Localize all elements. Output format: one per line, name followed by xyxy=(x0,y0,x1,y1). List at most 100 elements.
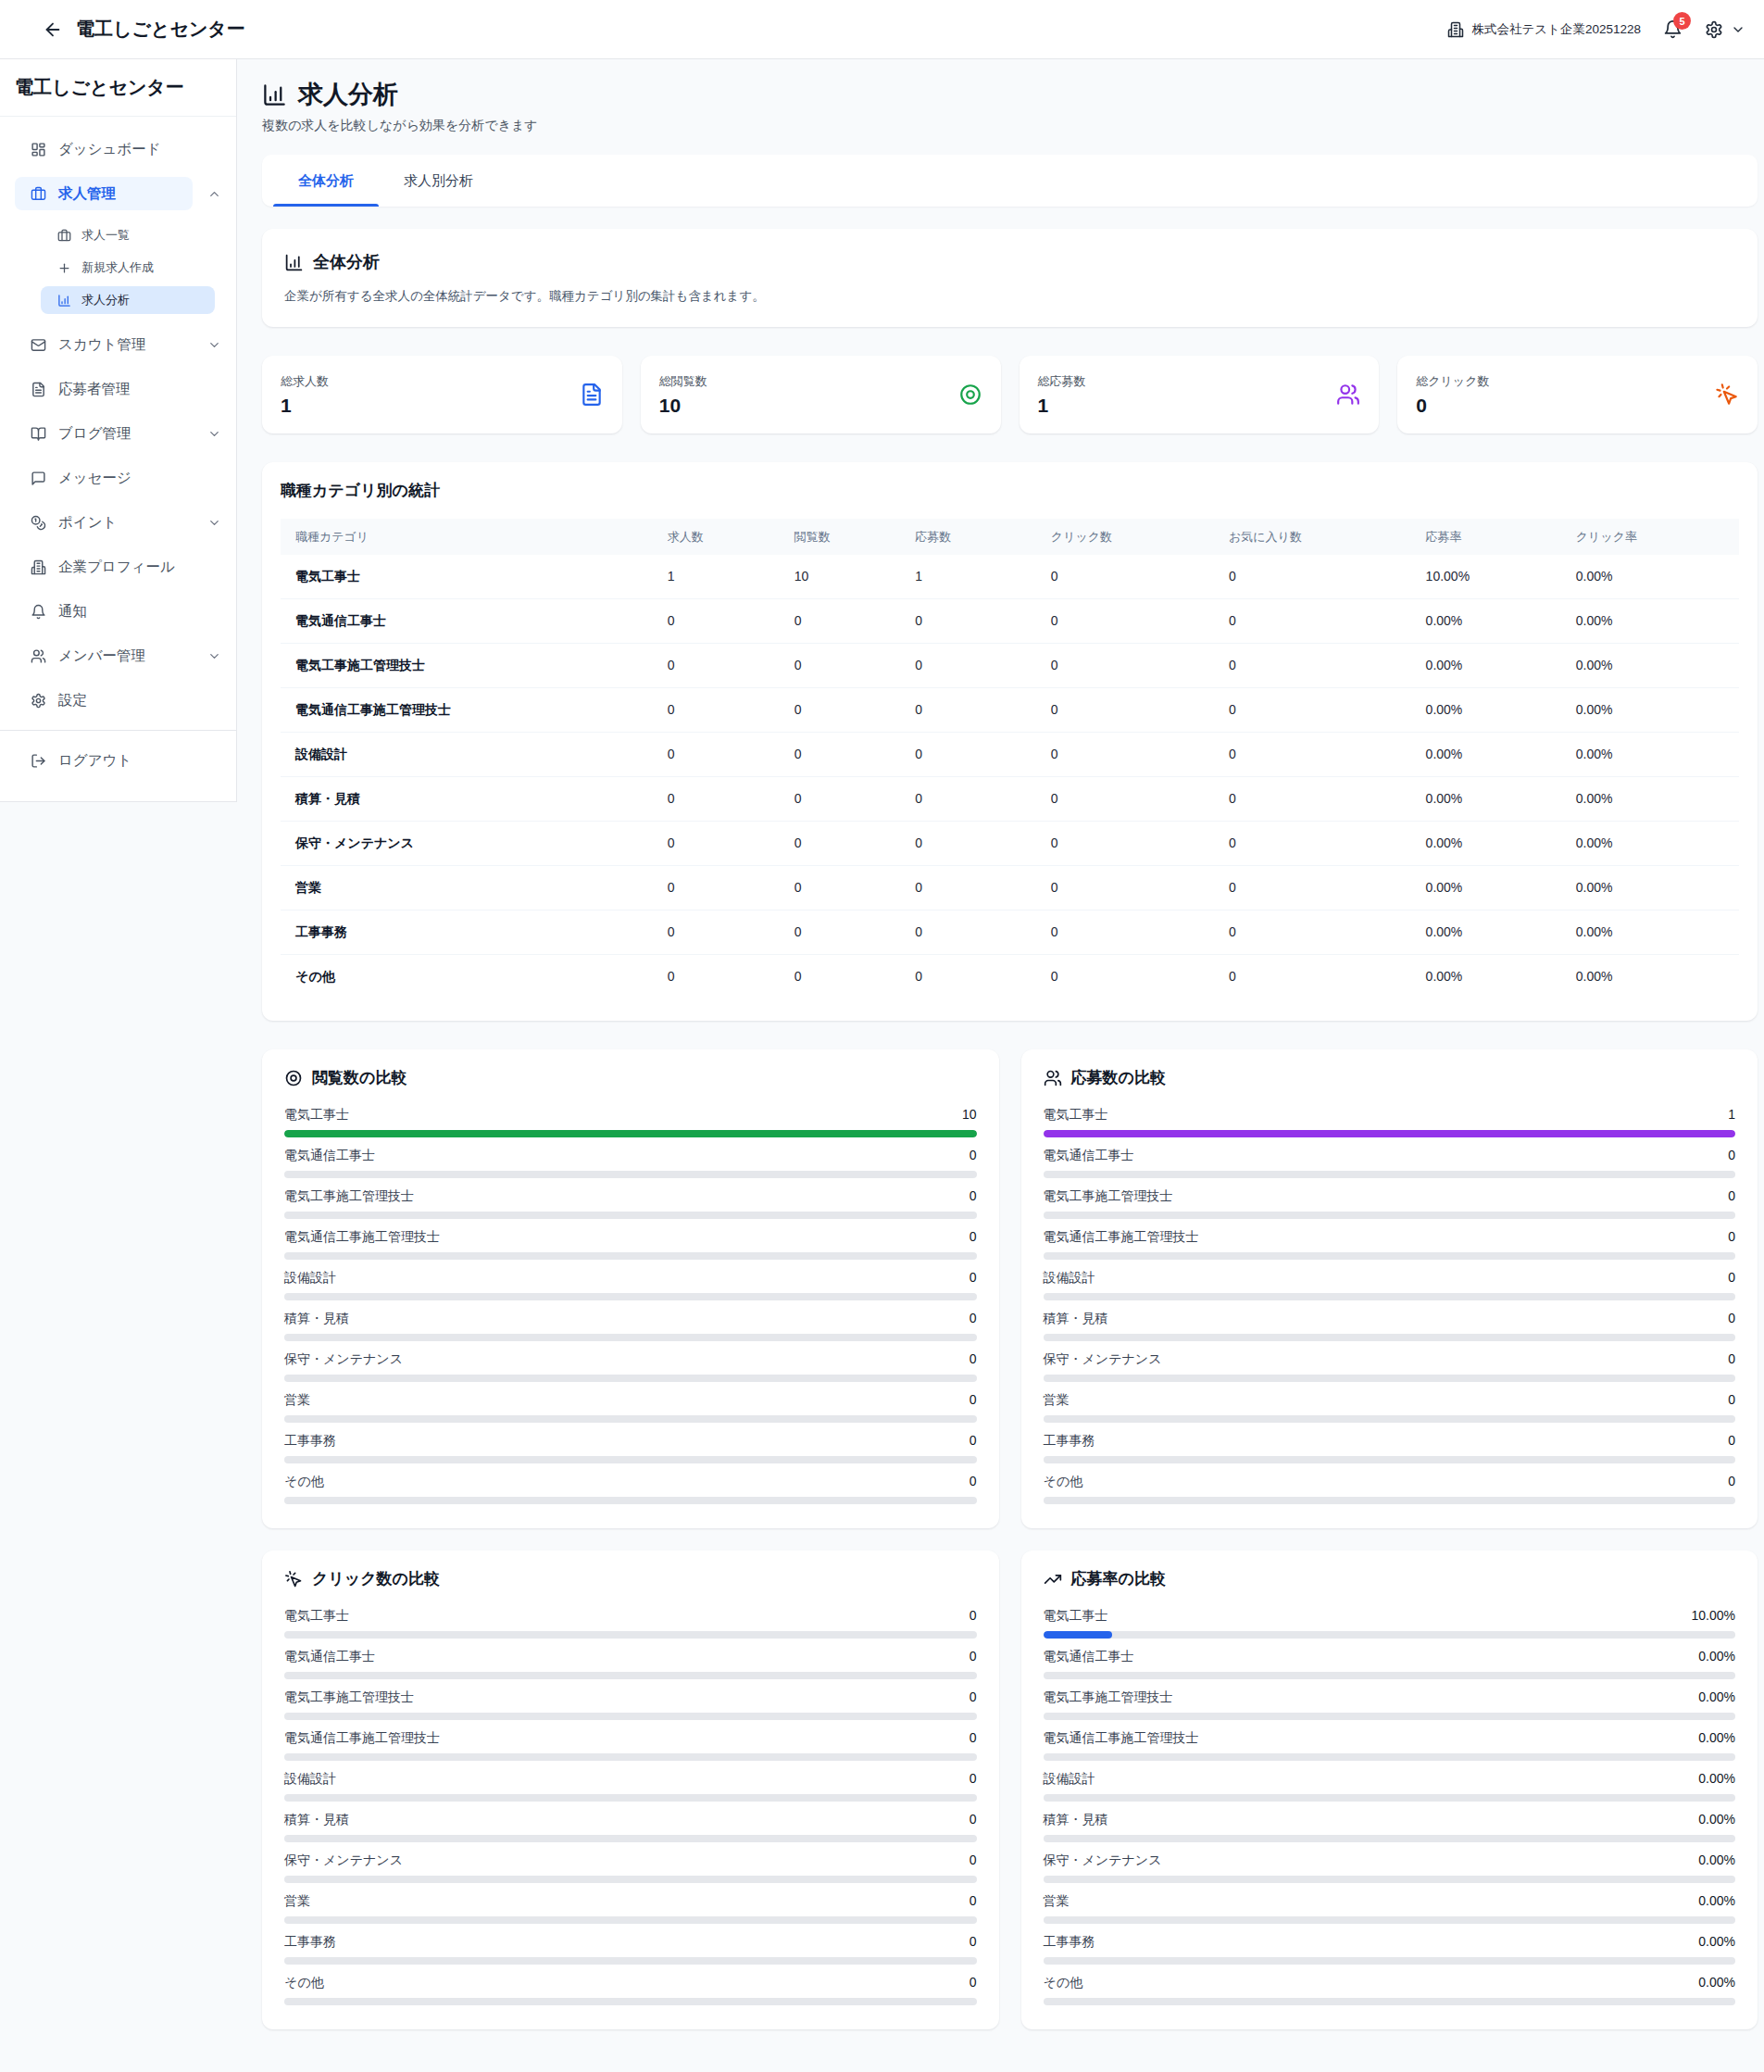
value-cell: 1 xyxy=(900,555,1035,599)
bar-chart-icon xyxy=(57,294,71,308)
value-cell: 0 xyxy=(780,644,901,688)
sidebar-item-messages[interactable]: メッセージ xyxy=(15,461,193,495)
chart-row-value: 0.00% xyxy=(1698,1729,1735,1747)
value-cell: 0 xyxy=(1036,555,1214,599)
chart-row-label: 営業 xyxy=(284,1892,310,1910)
overview-card: 全体分析 企業が所有する全求人の全体統計データです。職種カテゴリ別の集計も含まれ… xyxy=(262,229,1758,327)
value-cell: 0 xyxy=(1214,777,1411,822)
settings-icon xyxy=(31,693,46,709)
chart-row-label: 工事事務 xyxy=(284,1933,336,1951)
value-cell: 0 xyxy=(1214,910,1411,955)
chart-row-label: 電気通信工事士 xyxy=(1044,1648,1134,1665)
sidebar-item-blog-management[interactable]: ブログ管理 xyxy=(15,417,193,450)
column-header: 応募数 xyxy=(900,519,1035,555)
sidebar-item-notifications[interactable]: 通知 xyxy=(15,595,193,628)
category-cell: 電気通信工事施工管理技士 xyxy=(281,688,653,733)
notifications-button[interactable]: 5 xyxy=(1663,19,1683,39)
chart-row-value: 0 xyxy=(970,1933,977,1951)
chevron-up-icon[interactable] xyxy=(193,187,221,201)
chart-row-value: 0 xyxy=(970,1269,977,1287)
chart-row-value: 0 xyxy=(970,1473,977,1490)
back-button[interactable] xyxy=(43,19,63,40)
value-cell: 0.00% xyxy=(1411,599,1561,644)
page-subtitle: 複数の求人を比較しながら効果を分析できます xyxy=(262,118,1758,134)
chevron-down-icon[interactable] xyxy=(193,427,221,441)
sidebar-item-logout[interactable]: ログアウト xyxy=(15,744,221,777)
chart-bar-track xyxy=(1044,1753,1736,1761)
column-header: 閲覧数 xyxy=(780,519,901,555)
table-row: 設備設計000000.00%0.00% xyxy=(281,733,1739,777)
chart-bar-fill xyxy=(1044,1631,1113,1639)
chart-card-clicks-comparison: クリック数の比較電気工事士0電気通信工事士0電気工事施工管理技士0電気通信工事施… xyxy=(262,1551,999,2029)
chart-card-applications-comparison: 応募数の比較電気工事士1電気通信工事士0電気工事施工管理技士0電気通信工事施工管… xyxy=(1021,1049,1758,1528)
company-name: 株式会社テスト企業20251228 xyxy=(1471,21,1641,38)
category-cell: 保守・メンテナンス xyxy=(281,822,653,866)
chart-row: 営業0 xyxy=(284,1892,977,1924)
chart-row: その他0 xyxy=(284,1473,977,1504)
chevron-down-icon[interactable] xyxy=(193,338,221,352)
sidebar-item-settings[interactable]: 設定 xyxy=(15,684,193,717)
chart-bar-track xyxy=(1044,1375,1736,1382)
plus-icon xyxy=(57,261,71,275)
table-row: 電気通信工事施工管理技士000000.00%0.00% xyxy=(281,688,1739,733)
value-cell: 0 xyxy=(900,688,1035,733)
value-cell: 0 xyxy=(780,822,901,866)
chart-row: 保守・メンテナンス0 xyxy=(1044,1350,1736,1382)
chart-bar-track xyxy=(284,1876,977,1883)
sidebar-item-job-management[interactable]: 求人管理 xyxy=(15,177,193,210)
chart-bar-track xyxy=(284,1713,977,1720)
chart-row: 保守・メンテナンス 0 xyxy=(284,1852,977,1883)
value-cell: 0 xyxy=(653,822,780,866)
column-header: クリック数 xyxy=(1036,519,1214,555)
sidebar-divider xyxy=(0,730,236,731)
chevron-down-icon[interactable] xyxy=(193,516,221,530)
value-cell: 0 xyxy=(1214,733,1411,777)
sidebar-item-applicant-management[interactable]: 応募者管理 xyxy=(15,372,193,406)
sidebar-row-job-management: 求人管理 xyxy=(15,177,221,210)
tab-overall-analysis[interactable]: 全体分析 xyxy=(273,155,379,207)
sidebar-item-points[interactable]: ポイント xyxy=(15,506,193,539)
chart-bar-track xyxy=(1044,1171,1736,1178)
chart-row-value: 0 xyxy=(970,1187,977,1205)
sidebar-row-job-analytics: 求人分析 xyxy=(15,286,221,314)
sidebar-item-dashboard[interactable]: ダッシュボード xyxy=(15,132,193,166)
category-cell: 電気工事士 xyxy=(281,555,653,599)
sidebar-title: 電工しごとセンター xyxy=(0,59,236,117)
sidebar-item-job-list[interactable]: 求人一覧 xyxy=(41,221,215,249)
chart-row-label: 保守・メンテナンス xyxy=(284,1852,403,1869)
value-cell: 0.00% xyxy=(1561,910,1739,955)
chart-bar-track xyxy=(284,1130,977,1137)
value-cell: 0 xyxy=(1036,688,1214,733)
chart-row-value: 0 xyxy=(1728,1432,1735,1450)
chart-row-value: 0 xyxy=(970,1852,977,1869)
chart-bar-track xyxy=(284,1171,977,1178)
chevron-down-icon[interactable] xyxy=(193,649,221,663)
value-cell: 0 xyxy=(780,688,901,733)
chart-row-label: 工事事務 xyxy=(284,1432,336,1450)
value-cell: 0 xyxy=(1036,599,1214,644)
sidebar-item-label: 企業プロフィール xyxy=(58,558,175,577)
sidebar-item-company-profile[interactable]: 企業プロフィール xyxy=(15,550,193,584)
chart-row-label: 電気工事施工管理技士 xyxy=(1044,1689,1173,1706)
settings-menu[interactable] xyxy=(1705,20,1745,39)
chart-row: その他0 xyxy=(1044,1473,1736,1504)
chart-row-value: 0.00% xyxy=(1698,1689,1735,1706)
notification-badge: 5 xyxy=(1673,12,1691,30)
chart-row: 電気工事施工管理技士 0.00% xyxy=(1044,1689,1736,1720)
chart-row-label: 電気工事施工管理技士 xyxy=(1044,1187,1173,1205)
sidebar-item-job-create[interactable]: 新規求人作成 xyxy=(41,254,215,282)
sidebar-item-job-analytics[interactable]: 求人分析 xyxy=(41,286,215,314)
sidebar-item-member-management[interactable]: メンバー管理 xyxy=(15,639,193,672)
chart-row-value: 0 xyxy=(970,1729,977,1747)
chart-bar-track xyxy=(284,1375,977,1382)
chart-row: 工事事務0 xyxy=(1044,1432,1736,1463)
bar-chart-icon xyxy=(284,253,304,272)
sidebar-row-settings: 設定 xyxy=(15,684,221,717)
column-header: クリック率 xyxy=(1561,519,1739,555)
stat-value: 0 xyxy=(1416,395,1489,417)
chart-row-value: 0 xyxy=(970,1974,977,1991)
tab-per-job-analysis[interactable]: 求人別分析 xyxy=(379,155,498,207)
sidebar-item-scout-management[interactable]: スカウト管理 xyxy=(15,328,193,361)
chart-row-label: 電気通信工事施工管理技士 xyxy=(284,1228,440,1246)
company-menu[interactable]: 株式会社テスト企業20251228 xyxy=(1447,21,1641,38)
